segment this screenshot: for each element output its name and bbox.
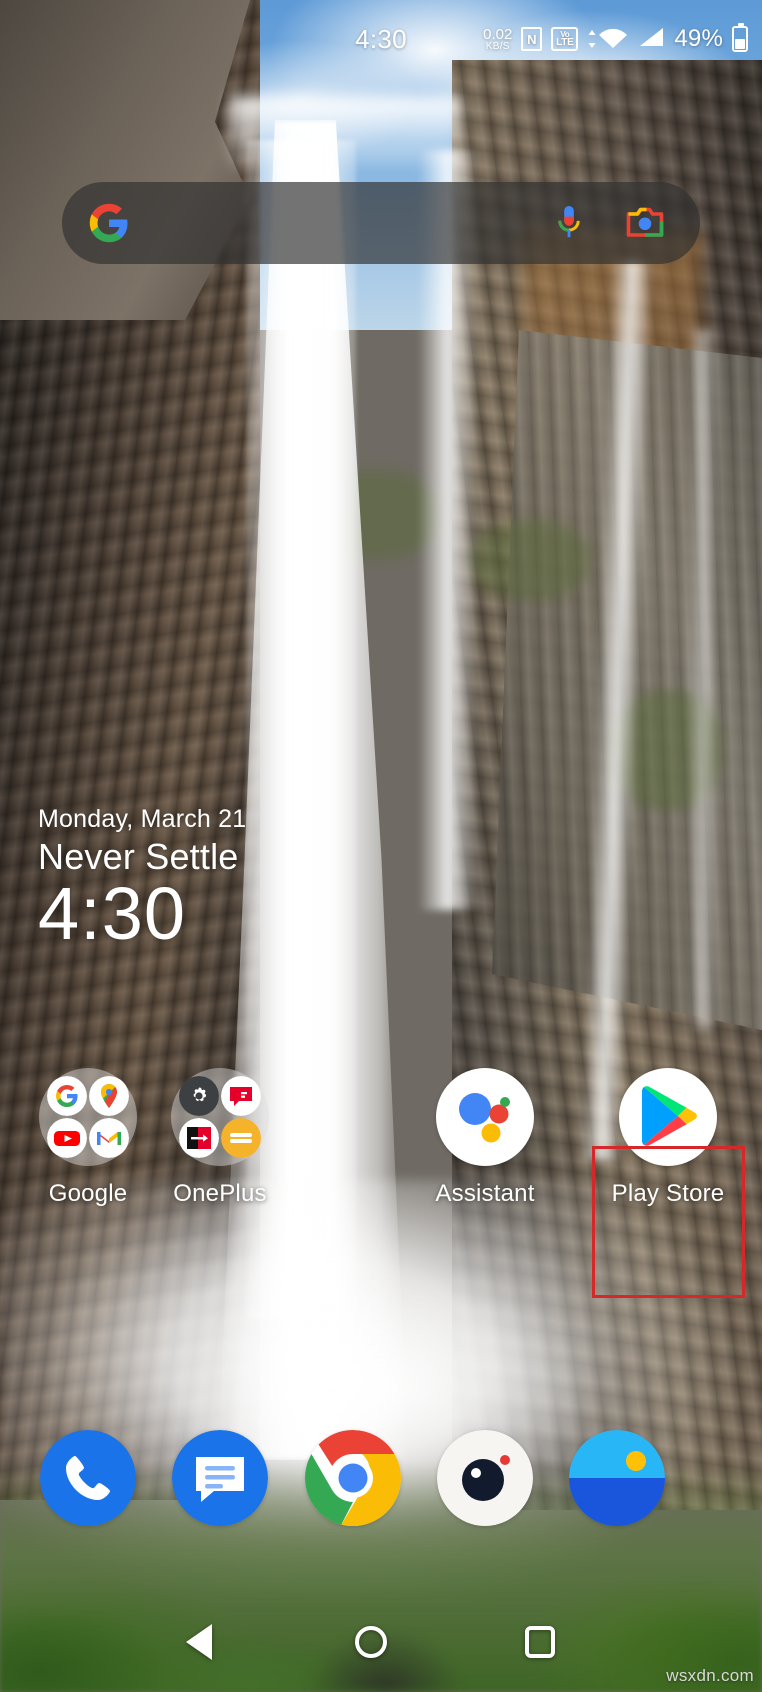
volte-icon-bottom: LTE	[556, 36, 574, 48]
battery-icon	[732, 23, 748, 52]
app-label: Assistant	[435, 1180, 535, 1207]
app-icon-assistant[interactable]: Assistant	[405, 1068, 565, 1208]
recents-square-icon[interactable]	[525, 1626, 555, 1658]
network-speed-indicator: 0.02 KB/S	[483, 27, 512, 52]
google-play-store-icon[interactable]	[619, 1068, 717, 1166]
wallpaper-moss	[470, 520, 590, 600]
chrome-icon[interactable]	[305, 1430, 401, 1526]
oneplus-store-icon	[221, 1118, 261, 1158]
oneplus-community-icon	[221, 1076, 261, 1116]
navigation-bar	[0, 1592, 762, 1692]
google-assistant-icon[interactable]	[436, 1068, 534, 1166]
dock-item-messages[interactable]	[165, 1430, 275, 1526]
app-icon-oneplus-folder[interactable]: OnePlus	[140, 1068, 300, 1208]
nfc-icon-letter: N	[527, 31, 537, 47]
assistant-icon-background	[436, 1068, 534, 1166]
nfc-icon: N	[521, 27, 543, 51]
dock-item-camera[interactable]	[430, 1430, 540, 1526]
settings-gear-icon	[179, 1076, 219, 1116]
gallery-icon[interactable]	[569, 1430, 665, 1526]
network-speed-value: 0.02	[483, 25, 513, 43]
dock-item-chrome[interactable]	[298, 1430, 408, 1526]
watermark: wsxdn.com	[666, 1666, 754, 1685]
home-screen-app-row: Google OnePlus Assistant Play Store	[0, 1068, 762, 1258]
volte-icon: Vo LTE	[551, 27, 579, 51]
widget-time: 4:30	[38, 872, 187, 955]
clock-weather-widget[interactable]: Monday, March 21 Never Settle 4:30	[38, 805, 246, 954]
folder-background	[39, 1068, 137, 1166]
messages-icon[interactable]	[172, 1430, 268, 1526]
gmail-icon	[89, 1118, 129, 1158]
dock-item-gallery[interactable]	[562, 1430, 672, 1526]
youtube-icon	[47, 1118, 87, 1158]
google-g-icon	[47, 1076, 87, 1116]
oneplus-switch-icon	[179, 1118, 219, 1158]
app-label: Play Store	[611, 1180, 725, 1207]
google-search-bar[interactable]	[62, 182, 700, 264]
google-maps-icon	[89, 1076, 129, 1116]
google-lens-camera-icon[interactable]	[624, 203, 666, 243]
wifi-icon	[587, 27, 628, 51]
dock-item-phone[interactable]	[33, 1430, 143, 1526]
phone-icon[interactable]	[40, 1430, 136, 1526]
oneplus-folder-icon[interactable]	[171, 1068, 269, 1166]
status-bar[interactable]: 4:30 0.02 KB/S N Vo LTE 49%	[0, 0, 762, 78]
signal-icon	[637, 25, 665, 54]
home-circle-icon[interactable]	[355, 1626, 387, 1658]
microphone-icon[interactable]	[552, 203, 586, 243]
wallpaper-waterfall-far-right	[690, 330, 716, 1030]
play-store-icon-background	[619, 1068, 717, 1166]
status-bar-icons: 0.02 KB/S N Vo LTE 49%	[483, 23, 748, 54]
folder-background	[171, 1068, 269, 1166]
dock	[0, 1430, 762, 1560]
google-folder-icon[interactable]	[39, 1068, 137, 1166]
camera-icon[interactable]	[437, 1430, 533, 1526]
app-icon-play-store[interactable]: Play Store	[588, 1068, 748, 1208]
app-label: OnePlus	[173, 1180, 267, 1207]
wallpaper-waterfall-secondary	[418, 150, 478, 910]
widget-date: Monday, March 21	[38, 805, 247, 833]
google-g-icon	[88, 202, 130, 244]
back-triangle-icon[interactable]	[186, 1624, 212, 1660]
chevron-up-icon[interactable]	[361, 1370, 401, 1399]
battery-percent: 49%	[674, 25, 723, 52]
network-speed-unit: KB/S	[485, 40, 510, 52]
